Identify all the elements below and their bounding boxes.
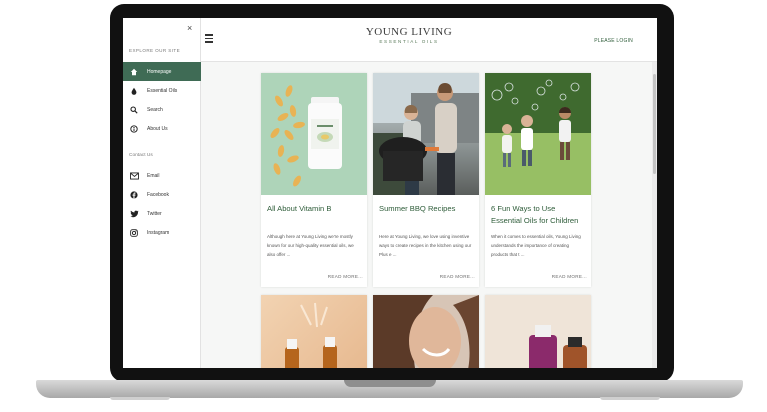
menu-icon[interactable] (205, 34, 215, 43)
sidebar-item-facebook[interactable]: Facebook (123, 185, 201, 204)
explore-label: EXPLORE OUR SITE (129, 48, 181, 53)
sidebar-item-homepage[interactable]: Homepage (123, 62, 201, 81)
sidebar-item-label: Email (147, 172, 160, 179)
card-title[interactable]: Summer BBQ Recipes (373, 203, 479, 215)
screen: YOUNG LIVING ESSENTIAL OILS PLEASE LOGIN… (123, 18, 657, 368)
article-card-bbq[interactable]: Summer BBQ Recipes Here at Young Living,… (373, 73, 479, 287)
laptop-foot-right (600, 397, 660, 400)
sidebar-item-essential-oils[interactable]: Essential Oils (123, 81, 201, 100)
children-image (485, 73, 591, 195)
sidebar-item-instagram[interactable]: Instagram (123, 223, 201, 242)
facebook-icon (129, 190, 139, 200)
card-excerpt: When it comes to essential oils, Young L… (491, 234, 581, 257)
logo[interactable]: YOUNG LIVING ESSENTIAL OILS (359, 26, 459, 56)
woman-hair-image (373, 295, 479, 368)
article-card-children[interactable]: 6 Fun Ways to Use Essential Oils for Chi… (485, 73, 591, 287)
laptop-foot-left (110, 397, 170, 400)
sidebar-item-label: Instagram (147, 229, 170, 236)
read-more-link[interactable]: READ MORE... (328, 274, 363, 279)
logo-main: YOUNG LIVING (365, 26, 453, 38)
home-icon (129, 67, 139, 77)
site-header: YOUNG LIVING ESSENTIAL OILS PLEASE LOGIN (123, 18, 657, 62)
card-excerpt: Although here at Young Living we're most… (267, 234, 354, 257)
bbq-image (373, 73, 479, 195)
article-card-vitamin-b[interactable]: All About Vitamin B Although here at You… (261, 73, 367, 287)
card-title[interactable]: 6 Fun Ways to Use Essential Oils for Chi… (485, 203, 591, 226)
sidebar-item-email[interactable]: Email (123, 166, 201, 185)
read-more-link[interactable]: READ MORE... (440, 274, 475, 279)
sidebar-item-search[interactable]: Search (123, 100, 201, 119)
info-icon (129, 124, 139, 134)
twitter-icon (129, 209, 139, 219)
sidebar-item-label: Essential Oils (147, 87, 178, 94)
sidebar-item-twitter[interactable]: Twitter (123, 204, 201, 223)
sidebar-item-label: Search (147, 106, 163, 113)
card-excerpt: Here at Young Living, we love using inve… (379, 234, 472, 257)
article-card-bottles[interactable] (485, 295, 591, 368)
read-more-link[interactable]: READ MORE... (552, 274, 587, 279)
scrollbar-thumb[interactable] (653, 74, 656, 174)
sidebar-item-label: About Us (147, 125, 168, 132)
login-link[interactable]: PLEASE LOGIN (594, 38, 633, 44)
bottles-image (485, 295, 591, 368)
laptop-notch (344, 380, 436, 387)
sidebar-item-about[interactable]: About Us (123, 119, 201, 138)
search-icon (129, 105, 139, 115)
sidebar-item-label: Homepage (147, 68, 172, 75)
logo-subtitle: ESSENTIAL OILS (379, 39, 439, 44)
article-card-oils[interactable] (261, 295, 367, 368)
vitamin-b-image (261, 73, 367, 195)
sidebar-item-label: Facebook (147, 191, 169, 198)
email-icon (129, 171, 139, 181)
article-card-hair[interactable] (373, 295, 479, 368)
card-title[interactable]: All About Vitamin B (261, 203, 367, 215)
oil-bottles-image (261, 295, 367, 368)
drop-icon (129, 86, 139, 96)
instagram-icon (129, 228, 139, 238)
sidebar-item-label: Twitter (147, 210, 162, 217)
sidebar: × EXPLORE OUR SITE Homepage Essential Oi… (123, 18, 201, 368)
contact-label: Contact Us (129, 153, 153, 158)
close-icon[interactable]: × (187, 23, 192, 33)
